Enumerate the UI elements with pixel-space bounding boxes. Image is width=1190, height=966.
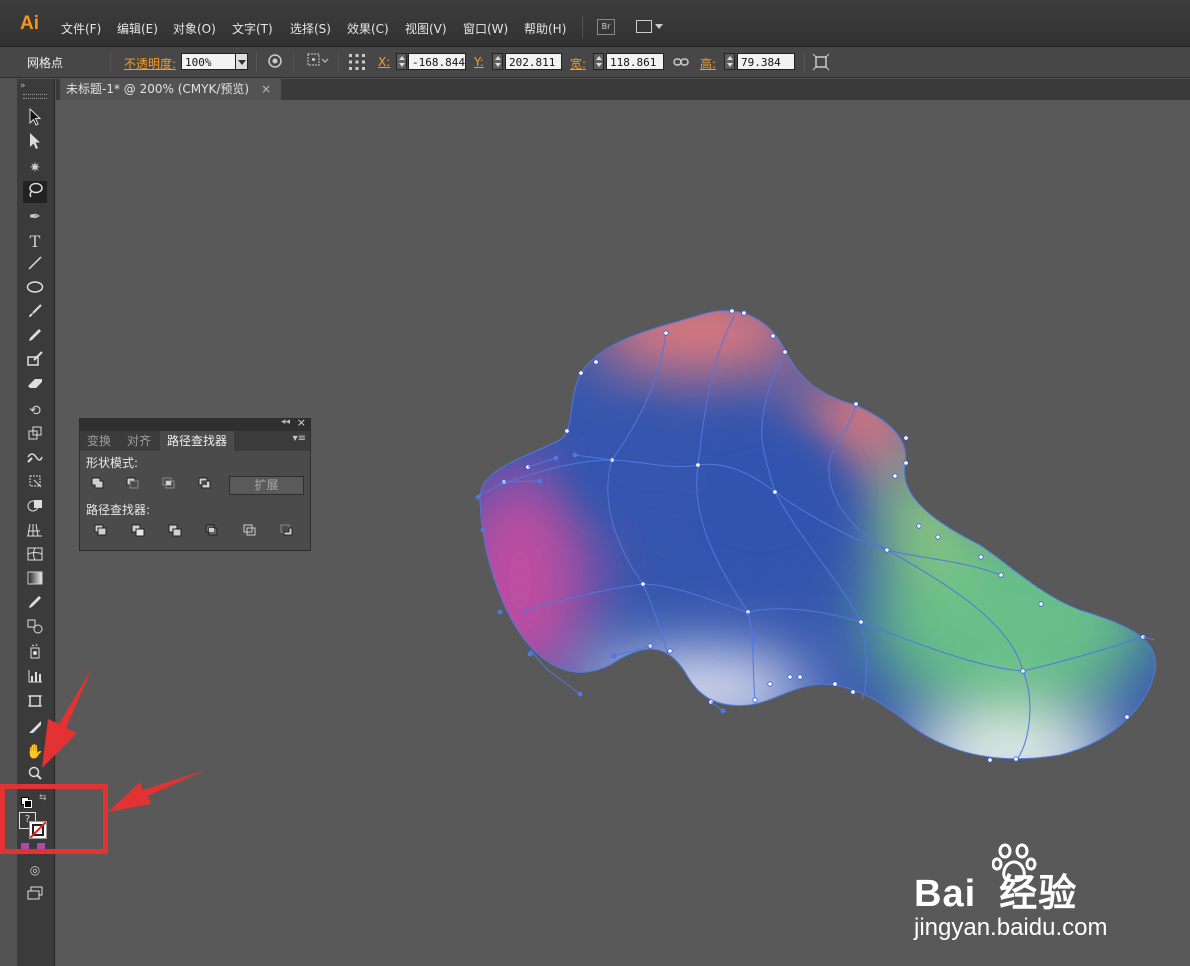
annotation-arrows — [42, 668, 205, 812]
watermark-brand: Bai 经验 — [914, 873, 1078, 915]
watermark-url: jingyan.baidu.com — [914, 914, 1108, 941]
